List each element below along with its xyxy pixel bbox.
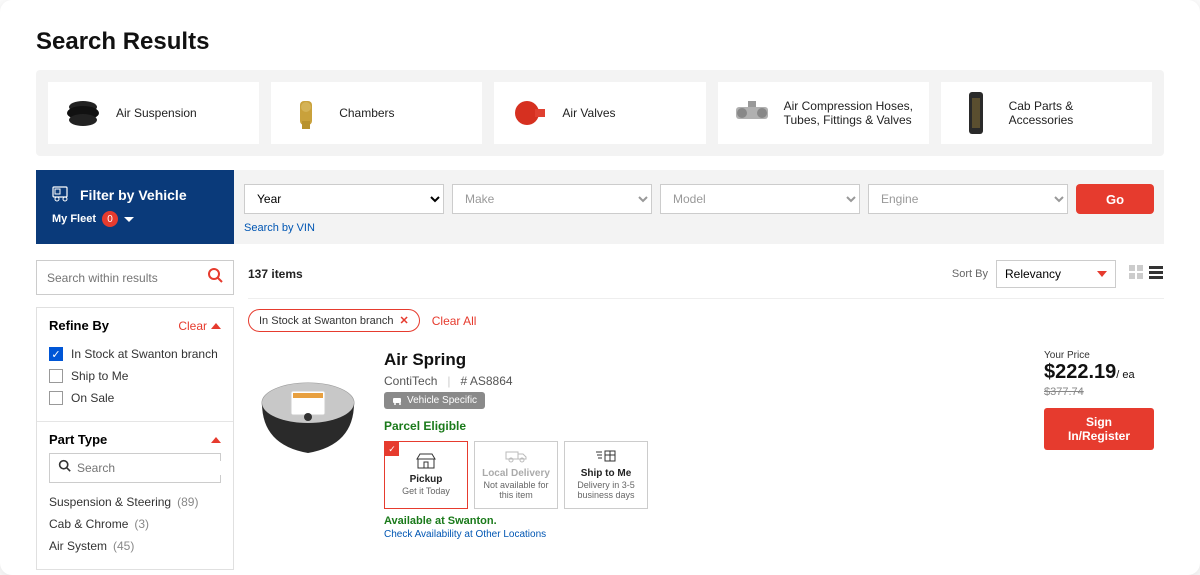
filter-ship-to-me[interactable]: Ship to Me	[49, 365, 221, 387]
filter-in-stock[interactable]: ✓ In Stock at Swanton branch	[49, 343, 221, 365]
check-other-locations[interactable]: Check Availability at Other Locations	[384, 529, 1028, 540]
make-select[interactable]: Make	[452, 184, 652, 214]
store-icon	[416, 453, 436, 474]
checkbox-icon	[49, 369, 63, 383]
grid-view-icon[interactable]	[1128, 264, 1144, 285]
chevron-up-icon	[211, 323, 221, 329]
part-type-air-system[interactable]: Air System(45)	[49, 535, 221, 557]
refine-clear[interactable]: Clear	[178, 319, 221, 333]
vehicle-specific-badge: Vehicle Specific	[384, 392, 485, 409]
sidebar: Refine By Clear ✓ In Stock at Swanton br…	[36, 260, 234, 570]
product-sku: # AS8864	[461, 374, 513, 388]
fulfillment-pickup[interactable]: ✓ Pickup Get it Today	[384, 441, 468, 509]
vehicle-filter-panel: Filter by Vehicle My Fleet 0	[36, 170, 234, 244]
fleet-count-badge: 0	[102, 211, 118, 227]
category-air-valves[interactable]: Air Valves	[494, 82, 705, 144]
truck-delivery-icon	[505, 449, 527, 468]
category-air-suspension[interactable]: Air Suspension	[48, 82, 259, 144]
checkbox-icon	[49, 391, 63, 405]
model-select[interactable]: Model	[660, 184, 860, 214]
parcel-eligible: Parcel Eligible	[384, 419, 1028, 433]
part-type-title: Part Type	[49, 432, 107, 447]
part-type-search-input[interactable]	[77, 461, 232, 475]
cab-parts-icon	[953, 90, 999, 136]
chevron-up-icon[interactable]	[211, 437, 221, 443]
air-valves-icon	[506, 90, 552, 136]
results-count: 137 items	[248, 267, 303, 281]
part-type-cab-chrome[interactable]: Cab & Chrome(3)	[49, 513, 221, 535]
product-image[interactable]	[248, 350, 368, 470]
fulfillment-local-delivery: Local Delivery Not available for this it…	[474, 441, 558, 509]
category-cab-parts[interactable]: Cab Parts & Accessories	[941, 82, 1152, 144]
category-label: Air Valves	[562, 106, 615, 120]
close-icon[interactable]: ✕	[400, 314, 409, 327]
air-suspension-icon	[60, 90, 106, 136]
refine-box: Refine By Clear ✓ In Stock at Swanton br…	[36, 307, 234, 570]
engine-select[interactable]: Engine	[868, 184, 1068, 214]
fulfillment-ship-to-me[interactable]: Ship to Me Delivery in 3-5 business days	[564, 441, 648, 509]
sign-in-register-button[interactable]: Sign In/Register	[1044, 408, 1154, 450]
page-title: Search Results	[36, 28, 1164, 56]
chevron-down-icon	[124, 217, 134, 222]
product-brand: ContiTech	[384, 374, 437, 388]
vehicle-filter-bar: Filter by Vehicle My Fleet 0 Year Make M…	[36, 170, 1164, 244]
product-title[interactable]: Air Spring	[384, 350, 1028, 370]
my-fleet-toggle[interactable]: My Fleet 0	[52, 211, 218, 227]
active-filter-chip[interactable]: In Stock at Swanton branch ✕	[248, 309, 420, 332]
refine-title: Refine By	[49, 318, 109, 333]
clear-all-filters[interactable]: Clear All	[432, 314, 477, 328]
search-icon	[58, 459, 71, 477]
product-row: Air Spring ContiTech | # AS8864 Vehicle …	[248, 342, 1164, 540]
my-fleet-label: My Fleet	[52, 213, 96, 225]
part-type-search[interactable]	[49, 453, 221, 483]
category-label: Air Suspension	[116, 106, 197, 120]
go-button[interactable]: Go	[1076, 184, 1154, 214]
category-chambers[interactable]: Chambers	[271, 82, 482, 144]
list-view-icon[interactable]	[1148, 264, 1164, 285]
chevron-down-icon	[1097, 271, 1107, 277]
sort-select[interactable]: Relevancy	[996, 260, 1116, 288]
vehicle-filter-title: Filter by Vehicle	[80, 187, 187, 203]
sort-label: Sort By	[952, 268, 988, 280]
search-by-vin-link[interactable]: Search by VIN	[244, 222, 1154, 234]
strike-price: $377.74	[1044, 386, 1164, 398]
air-compression-icon	[730, 90, 774, 136]
part-type-suspension[interactable]: Suspension & Steering(89)	[49, 491, 221, 513]
available-at: Available at Swanton.	[384, 515, 1028, 527]
search-icon[interactable]	[207, 267, 223, 288]
product-price: $222.19/ ea	[1044, 361, 1164, 384]
truck-icon	[52, 184, 72, 205]
filter-on-sale[interactable]: On Sale	[49, 387, 221, 409]
selected-check-icon: ✓	[385, 442, 399, 456]
chambers-icon	[283, 90, 329, 136]
your-price-label: Your Price	[1044, 350, 1164, 361]
category-label: Chambers	[339, 106, 394, 120]
results-area: 137 items Sort By Relevancy	[248, 260, 1164, 570]
category-label: Cab Parts & Accessories	[1009, 99, 1140, 128]
checkbox-checked-icon: ✓	[49, 347, 63, 361]
category-air-compression[interactable]: Air Compression Hoses, Tubes, Fittings &…	[718, 82, 929, 144]
category-strip: Air Suspension Chambers Air Valves Air C…	[36, 70, 1164, 156]
category-label: Air Compression Hoses, Tubes, Fittings &…	[784, 99, 917, 128]
package-ship-icon	[595, 449, 617, 468]
year-select[interactable]: Year	[244, 184, 444, 214]
search-within-input[interactable]	[47, 271, 207, 285]
search-within-results[interactable]	[36, 260, 234, 295]
